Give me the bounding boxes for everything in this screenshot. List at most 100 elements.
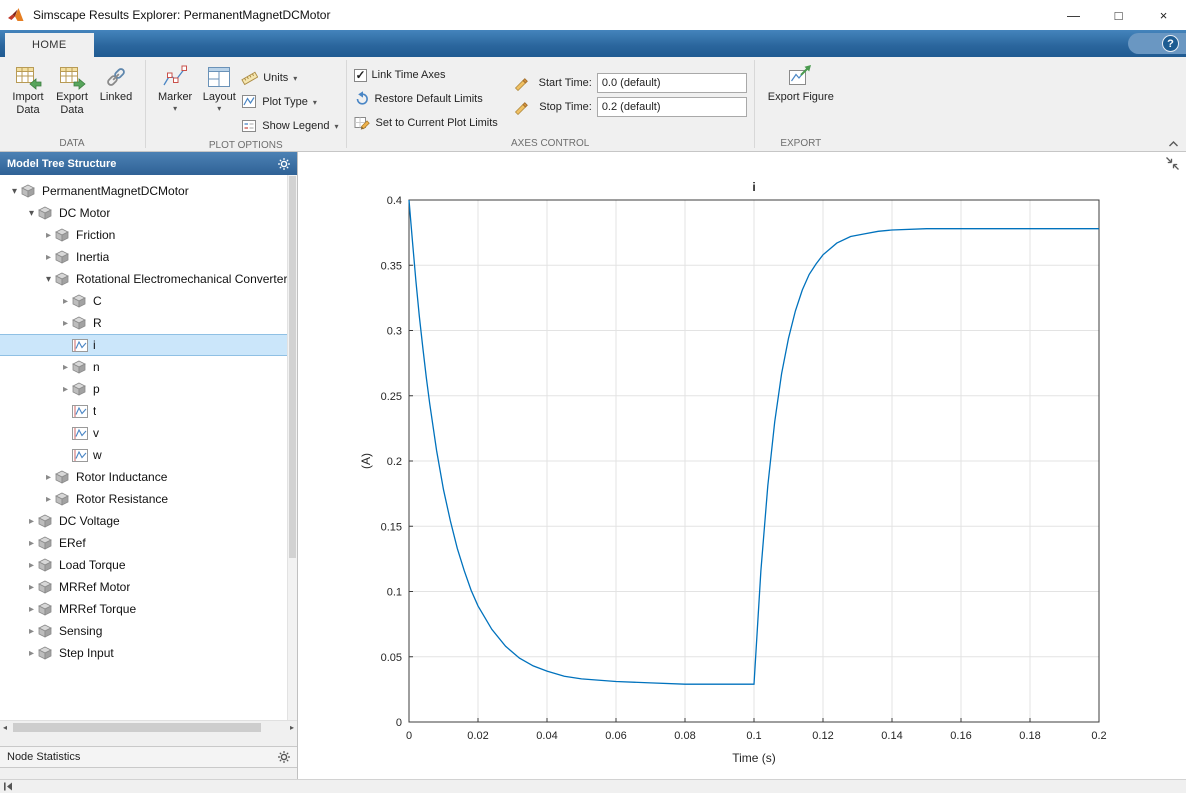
chevron-right-icon[interactable]: ▸ xyxy=(25,560,38,571)
node-statistics-label: Node Statistics xyxy=(7,751,81,763)
panel-gear-icon[interactable] xyxy=(278,157,290,170)
chevron-right-icon[interactable]: ▸ xyxy=(42,230,55,241)
block-icon xyxy=(38,558,55,572)
chevron-right-icon[interactable]: ▸ xyxy=(59,296,72,307)
scroll-right-icon[interactable]: ▸ xyxy=(290,723,294,732)
tree-item-inertia[interactable]: ▸ Inertia xyxy=(0,246,297,268)
close-button[interactable]: × xyxy=(1141,0,1186,30)
chevron-right-icon[interactable]: ▸ xyxy=(25,604,38,615)
chevron-right-icon[interactable]: ▸ xyxy=(25,648,38,659)
chevron-right-icon[interactable]: ▸ xyxy=(25,538,38,549)
tree-vertical-scrollbar-thumb[interactable] xyxy=(289,176,296,558)
chevron-right-icon[interactable]: ▸ xyxy=(42,472,55,483)
marker-button[interactable]: Marker ▾ xyxy=(153,59,197,138)
svg-text:0.12: 0.12 xyxy=(812,730,833,742)
svg-text:0.05: 0.05 xyxy=(381,652,402,664)
tree-item-v[interactable]: v xyxy=(0,422,297,444)
linked-button[interactable]: Linked xyxy=(94,59,138,136)
export-data-icon xyxy=(58,62,86,91)
model-tree-title: Model Tree Structure xyxy=(7,157,117,170)
restore-default-limits-button[interactable]: Restore Default Limits xyxy=(354,87,498,111)
export-figure-button[interactable]: Export Figure xyxy=(762,59,840,136)
tree-item-n[interactable]: ▸ n xyxy=(0,356,297,378)
node-statistics-bar[interactable]: Node Statistics xyxy=(0,746,297,768)
model-tree-panel: Model Tree Structure ▾ PermanentMagnetDCM… xyxy=(0,152,298,779)
chevron-right-icon[interactable]: ▸ xyxy=(25,516,38,527)
collapse-ribbon-icon[interactable] xyxy=(1168,140,1179,148)
marker-icon xyxy=(162,62,188,91)
titlebar: Simscape Results Explorer: PermanentMagn… xyxy=(0,0,1186,30)
chevron-right-icon[interactable]: ▸ xyxy=(25,626,38,637)
show-legend-button[interactable]: Show Legend ▾ xyxy=(241,114,339,138)
start-time-icon xyxy=(514,76,529,91)
hide-panel-icon[interactable] xyxy=(3,782,13,791)
import-data-button[interactable]: Import Data xyxy=(6,59,50,136)
tree-item-i[interactable]: i xyxy=(0,334,297,356)
chevron-right-icon[interactable]: ▸ xyxy=(59,384,72,395)
tree-item-label: Rotor Resistance xyxy=(76,492,169,506)
plot-canvas[interactable]: 0 0.02 0.04 0.06 0.08 0.1 0.12 0.14 0.16 0.18 0.2 0… xyxy=(298,152,1186,779)
tree-item-label: Sensing xyxy=(59,624,103,638)
tree-item-label: C xyxy=(93,294,102,308)
tree-item-mrref-motor[interactable]: ▸ MRRef Motor xyxy=(0,576,297,598)
tree-item-rotor-inductance[interactable]: ▸ Rotor Inductance xyxy=(0,466,297,488)
start-time-input[interactable] xyxy=(596,73,747,93)
tree-item-rotational-electromechanical-converter[interactable]: ▾ Rotational Electromechanical Converter xyxy=(0,268,297,290)
chevron-down-icon[interactable]: ▾ xyxy=(42,274,55,285)
chevron-right-icon[interactable]: ▸ xyxy=(59,362,72,373)
tab-home[interactable]: HOME xyxy=(5,33,94,57)
linked-icon xyxy=(103,62,129,91)
tree-item-t[interactable]: t xyxy=(0,400,297,422)
stop-time-input[interactable] xyxy=(596,97,747,117)
chevron-down-icon[interactable]: ▾ xyxy=(25,208,38,219)
plot-type-button[interactable]: Plot Type ▾ xyxy=(241,90,338,114)
tree-item-dc-motor[interactable]: ▾ DC Motor xyxy=(0,202,297,224)
link-time-axes-checkbox[interactable] xyxy=(353,68,367,82)
tree-item-w[interactable]: w xyxy=(0,444,297,466)
export-data-label: Export Data xyxy=(56,91,88,116)
tree-item-sensing[interactable]: ▸ Sensing xyxy=(0,620,297,642)
tree-item-p[interactable]: ▸ p xyxy=(0,378,297,400)
chevron-right-icon[interactable]: ▸ xyxy=(25,582,38,593)
tree-item-c[interactable]: ▸ C xyxy=(0,290,297,312)
export-data-button[interactable]: Export Data xyxy=(50,59,94,136)
chevron-right-icon[interactable]: ▸ xyxy=(59,318,72,329)
chevron-right-icon[interactable]: ▸ xyxy=(42,252,55,263)
tree-item-permanentmagnetdcmotor[interactable]: ▾ PermanentMagnetDCMotor xyxy=(0,180,297,202)
svg-text:0.25: 0.25 xyxy=(381,391,402,403)
tree-item-step-input[interactable]: ▸ Step Input xyxy=(0,642,297,664)
node-statistics-gear-icon[interactable] xyxy=(278,751,290,763)
tree-item-rotor-resistance[interactable]: ▸ Rotor Resistance xyxy=(0,488,297,510)
tree-item-mrref-torque[interactable]: ▸ MRRef Torque xyxy=(0,598,297,620)
help-button[interactable]: ? xyxy=(1162,35,1179,52)
set-current-plot-limits-button[interactable]: Set to Current Plot Limits xyxy=(354,111,498,135)
block-icon xyxy=(38,624,55,638)
scroll-left-icon[interactable]: ◂ xyxy=(3,723,7,732)
tree-item-load-torque[interactable]: ▸ Load Torque xyxy=(0,554,297,576)
layout-button[interactable]: Layout ▾ xyxy=(197,59,241,138)
window-controls: — □ × xyxy=(1051,0,1186,30)
chevron-right-icon[interactable]: ▸ xyxy=(42,494,55,505)
ribbon-group-plot-options: Marker ▾ Layout ▾ Units ▾ Plot Type ▾ Sh… xyxy=(147,57,345,151)
maximize-button[interactable]: □ xyxy=(1096,0,1141,30)
chevron-down-icon[interactable]: ▾ xyxy=(8,186,21,197)
tree-item-r[interactable]: ▸ R xyxy=(0,312,297,334)
tree-horizontal-scrollbar-thumb[interactable] xyxy=(13,723,261,732)
units-button[interactable]: Units ▾ xyxy=(241,66,338,90)
x-axis-label: Time (s) xyxy=(732,751,776,765)
svg-text:0.2: 0.2 xyxy=(387,456,402,468)
model-tree[interactable]: ▾ PermanentMagnetDCMotor ▾ DC Motor ▸ Frictio… xyxy=(0,175,297,720)
tree-vertical-scrollbar[interactable] xyxy=(287,175,297,720)
block-icon xyxy=(55,492,72,506)
tree-item-dc-voltage[interactable]: ▸ DC Voltage xyxy=(0,510,297,532)
tree-item-eref[interactable]: ▸ ERef xyxy=(0,532,297,554)
svg-text:0: 0 xyxy=(406,730,412,742)
minimize-button[interactable]: — xyxy=(1051,0,1096,30)
block-icon xyxy=(72,316,89,330)
tree-horizontal-scrollbar[interactable]: ◂ ▸ xyxy=(0,720,297,734)
tree-item-label: t xyxy=(93,404,97,418)
tree-item-friction[interactable]: ▸ Friction xyxy=(0,224,297,246)
svg-text:0.4: 0.4 xyxy=(387,195,402,207)
link-time-axes-toggle[interactable]: Link Time Axes xyxy=(353,63,498,87)
layout-icon xyxy=(206,62,232,91)
